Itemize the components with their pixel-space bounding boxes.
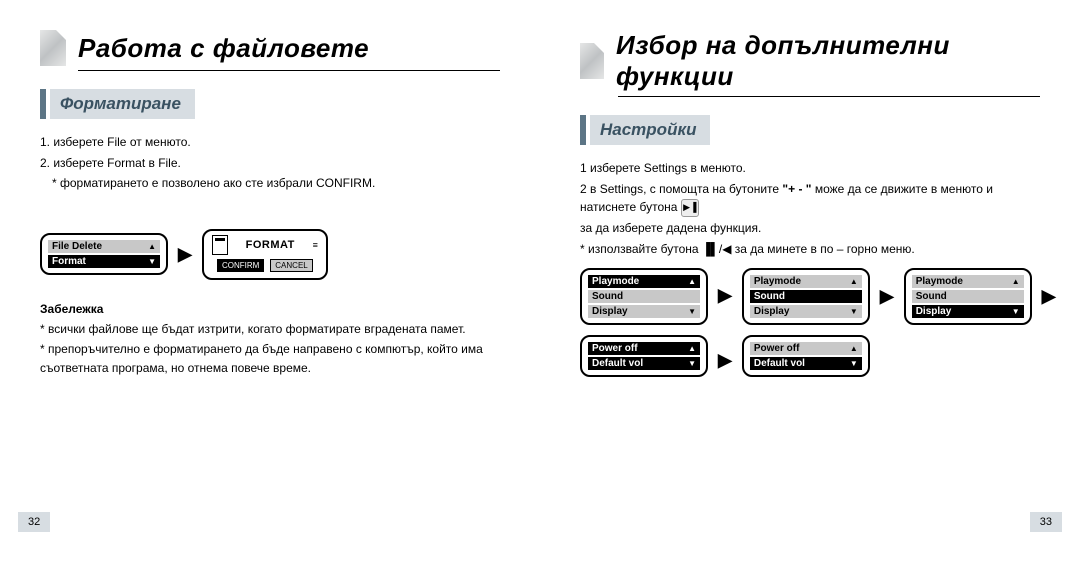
file-menu-screen: File Delete ▲ Format ▼	[40, 233, 168, 275]
title-rule	[78, 70, 500, 71]
step-2a: 2 в Settings, с помощта на бутоните	[580, 182, 782, 196]
page-32: Работа с файловете Форматиране 1. избере…	[0, 0, 540, 562]
up-arrow-icon: ▲	[850, 278, 858, 286]
step-2: 2. изберете Format в File.	[40, 154, 500, 173]
up-arrow-icon: ▲	[688, 278, 696, 286]
arrow-right-icon: ▶	[880, 286, 894, 307]
section-label: Настройки	[590, 115, 710, 145]
title-wrap: Работа с файловете	[40, 30, 500, 66]
step-1: 1. изберете File от менюто.	[40, 133, 500, 152]
up-arrow-icon: ▲	[688, 345, 696, 353]
step-3: * използвайте бутона ▐▌/◀ за да минете в…	[580, 240, 1040, 259]
down-arrow-icon: ▼	[688, 360, 696, 368]
step-2: 2 в Settings, с помощта на бутоните "+ -…	[580, 180, 1040, 217]
up-arrow-icon: ▲	[1012, 278, 1020, 286]
down-arrow-icon: ▼	[1012, 308, 1020, 316]
menu-display: Display▼	[912, 305, 1024, 318]
page-number: 32	[18, 512, 50, 532]
title-decor-icon	[40, 30, 66, 66]
format-screens: File Delete ▲ Format ▼ ▶ FORMAT ≡ CONFIR…	[40, 229, 500, 280]
menu-sound: Sound	[588, 290, 700, 303]
title-wrap: Избор на допълнителни функции	[580, 30, 1040, 92]
menu-default-vol: Default vol▼	[750, 357, 862, 370]
arrow-right-icon: ▶	[718, 350, 732, 371]
note-heading: Забележка	[40, 302, 500, 316]
confirm-button: CONFIRM	[217, 259, 264, 272]
settings-screen-4: Power off▲ Default vol▼	[580, 335, 708, 377]
menu-playmode: Playmode▲	[750, 275, 862, 288]
settings-screen-5: Power off▲ Default vol▼	[742, 335, 870, 377]
cancel-button: CANCEL	[270, 259, 312, 272]
arrow-right-icon: ▶	[718, 285, 732, 306]
file-delete-label: File Delete	[52, 241, 102, 252]
title-rule	[618, 96, 1040, 97]
up-arrow-icon: ▲	[148, 243, 156, 251]
format-confirm-screen: FORMAT ≡ CONFIRM CANCEL	[202, 229, 328, 280]
settings-screen-2: Playmode▲ Sound Display▼	[742, 268, 870, 325]
instructions: 1 изберете Settings в менюто. 2 в Settin…	[580, 159, 1040, 258]
menu-default-vol: Default vol▼	[588, 357, 700, 370]
step-2d: за да изберете дадена функция.	[580, 219, 1040, 238]
arrow-right-icon: ▶	[1042, 286, 1056, 307]
plus-minus-label: "+ - "	[782, 182, 811, 196]
page-33: Избор на допълнителни функции Настройки …	[540, 0, 1080, 562]
note-2: * препоръчително е форматирането да бъде…	[40, 340, 500, 377]
menu-display: Display▼	[588, 305, 700, 318]
menu-playmode: Playmode▲	[912, 275, 1024, 288]
arrow-right-icon: ▶	[178, 244, 192, 265]
menu-display: Display▼	[750, 305, 862, 318]
title-decor-icon	[580, 43, 604, 79]
menu-sound: Sound	[750, 290, 862, 303]
step-3: * форматирането е позволено ако сте избр…	[40, 174, 500, 193]
section-heading: Настройки	[580, 115, 1040, 145]
settings-screens: Playmode▲ Sound Display▼ Power off▲ Defa…	[580, 268, 1040, 388]
down-arrow-icon: ▼	[148, 258, 156, 266]
instructions: 1. изберете File от менюто. 2. изберете …	[40, 133, 500, 193]
disk-icon	[212, 235, 228, 255]
menu-item-file-delete: File Delete ▲	[48, 240, 160, 253]
down-arrow-icon: ▼	[688, 308, 696, 316]
menu-sound: Sound	[912, 290, 1024, 303]
menu-playmode: Playmode▲	[588, 275, 700, 288]
note-1: * всички файлове ще бъдат изтрити, когат…	[40, 320, 500, 339]
format-title: FORMAT	[246, 239, 295, 251]
page-title: Работа с файловете	[78, 33, 369, 64]
settings-screen-1: Playmode▲ Sound Display▼	[580, 268, 708, 325]
format-label: Format	[52, 256, 86, 267]
menu-item-format: Format ▼	[48, 255, 160, 268]
menu-power-off: Power off▲	[750, 342, 862, 355]
select-button-icon: ▶▐	[681, 199, 699, 217]
up-arrow-icon: ▲	[850, 345, 858, 353]
page-title: Избор на допълнителни функции	[616, 30, 1040, 92]
note-body: * всички файлове ще бъдат изтрити, когат…	[40, 320, 500, 378]
down-arrow-icon: ▼	[850, 360, 858, 368]
bars-icon: ≡	[313, 240, 318, 250]
section-label: Форматиране	[50, 89, 195, 119]
page-number: 33	[1030, 512, 1062, 532]
settings-screen-3: Playmode▲ Sound Display▼	[904, 268, 1032, 325]
down-arrow-icon: ▼	[850, 308, 858, 316]
step-1: 1 изберете Settings в менюто.	[580, 159, 1040, 178]
section-heading: Форматиране	[40, 89, 500, 119]
menu-power-off: Power off▲	[588, 342, 700, 355]
